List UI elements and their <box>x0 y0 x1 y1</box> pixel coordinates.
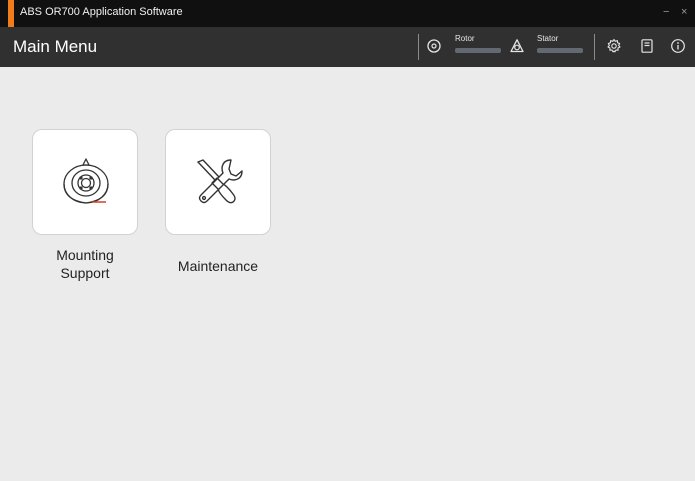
close-button[interactable]: × <box>681 6 687 18</box>
maintenance-button[interactable] <box>165 129 271 235</box>
rotor-icon[interactable] <box>426 38 442 54</box>
mounting-support-label-line2: Support <box>60 265 110 281</box>
document-icon[interactable] <box>639 38 655 54</box>
minimize-button[interactable]: − <box>663 6 669 18</box>
app-window: ABS OR700 Application Software − × Main … <box>0 0 695 481</box>
page-title: Main Menu <box>13 37 98 56</box>
maintenance-label: Maintenance <box>177 258 259 274</box>
rotor-label: Rotor <box>455 34 475 43</box>
header-bar: Main Menu Rotor Stator <box>0 27 695 67</box>
app-accent-bar <box>8 0 14 27</box>
stator-icon[interactable] <box>509 38 525 54</box>
stator-value-redacted <box>537 48 583 53</box>
title-bar: ABS OR700 Application Software − × <box>0 0 695 27</box>
mounting-support-icon <box>63 158 109 204</box>
rotor-value-redacted <box>455 48 501 53</box>
header-divider <box>594 34 595 60</box>
stator-label: Stator <box>537 34 559 43</box>
mounting-support-button[interactable] <box>32 129 138 235</box>
window-title: ABS OR700 Application Software <box>20 6 183 18</box>
info-icon[interactable] <box>670 38 686 54</box>
header-divider <box>418 34 419 60</box>
mounting-support-label-line1: Mounting <box>56 247 114 263</box>
wrench-screwdriver-icon <box>197 159 243 204</box>
gear-icon[interactable] <box>606 38 622 54</box>
mounting-support-label: Mounting Support <box>32 246 138 282</box>
